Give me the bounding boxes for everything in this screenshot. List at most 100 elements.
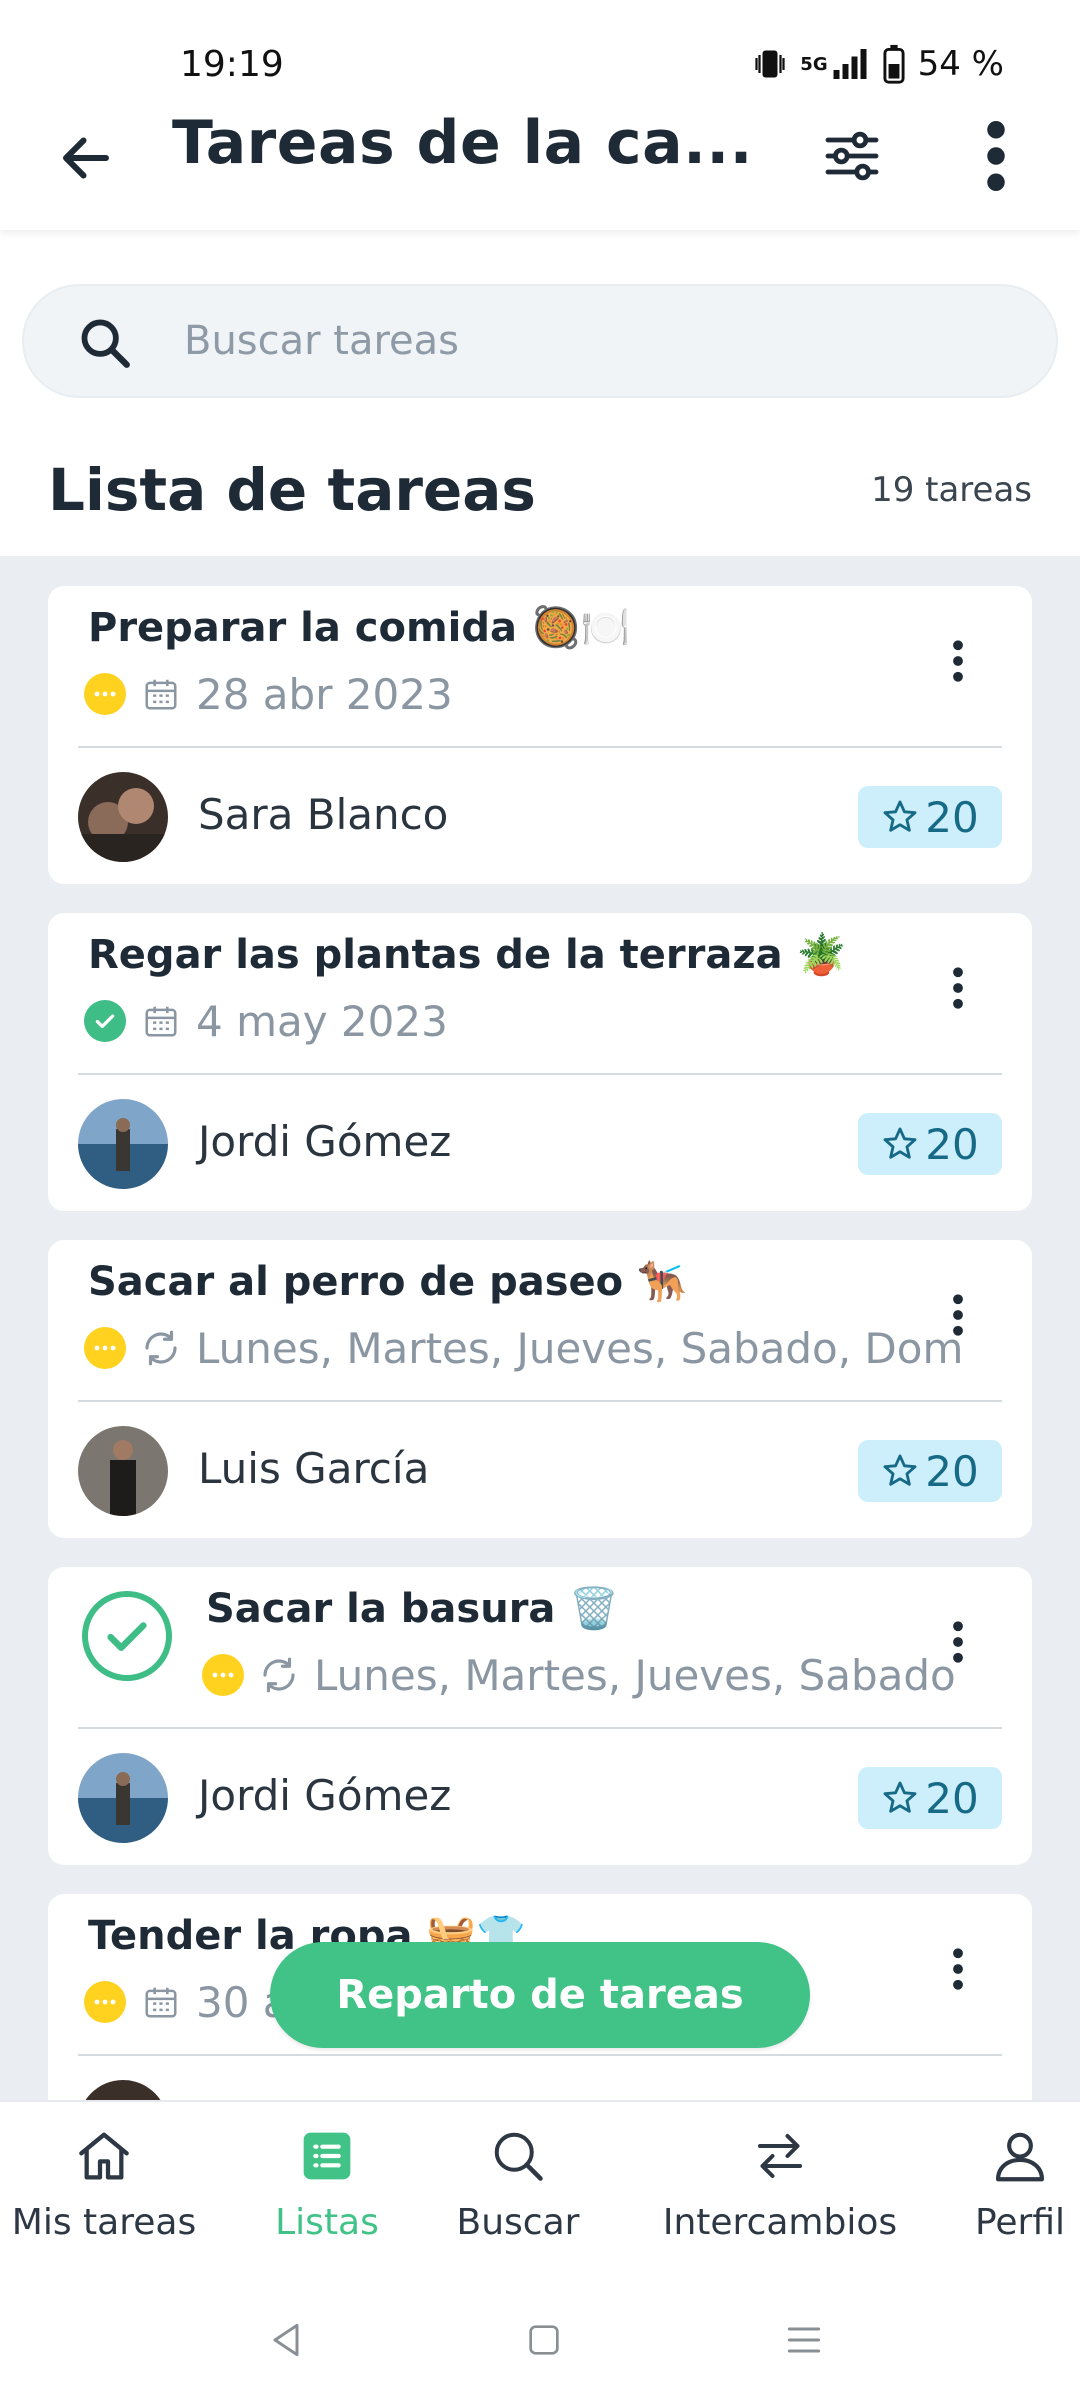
task-title: Sacar al perro de paseo 🐕‍🦺 xyxy=(88,1259,687,1305)
assignee-name: Luis García xyxy=(198,1444,430,1493)
bottom-navigation: Mis tareas Listas Buscar Intercambios Pe… xyxy=(0,2100,1080,2270)
square-home-icon xyxy=(529,2325,559,2355)
battery-icon xyxy=(882,44,906,84)
task-card[interactable]: Sacar al perro de paseo 🐕‍🦺 Lunes, Marte… xyxy=(48,1240,1032,1538)
search-icon xyxy=(81,319,130,368)
status-bar: 19:19 5G 54 % xyxy=(0,0,1080,110)
vibrate-icon xyxy=(752,46,788,82)
avatar xyxy=(78,1426,168,1516)
task-meta: 28 abr 2023 xyxy=(84,664,964,724)
nav-label: Perfil xyxy=(974,2202,1066,2243)
system-menu-button[interactable] xyxy=(774,2310,834,2370)
points-value: 20 xyxy=(925,792,979,842)
pending-status-icon xyxy=(84,673,126,715)
status-icons: 5G 54 % xyxy=(752,44,1004,84)
task-count: 19 tareas xyxy=(871,470,1032,510)
section-title: Lista de tareas xyxy=(48,456,536,524)
divider xyxy=(78,2054,1002,2056)
avatar xyxy=(78,2080,168,2100)
search-input[interactable] xyxy=(184,286,1004,396)
points-value: 20 xyxy=(925,1119,979,1169)
pending-status-icon xyxy=(84,1327,126,1369)
avatar xyxy=(78,772,168,862)
nav-item-my-tasks[interactable]: Mis tareas xyxy=(4,2122,204,2243)
divider xyxy=(78,1073,1002,1075)
nav-label: Intercambios xyxy=(662,2202,898,2243)
divider xyxy=(78,746,1002,748)
pending-status-icon xyxy=(84,1981,126,2023)
status-time: 19:19 xyxy=(180,44,284,85)
triangle-back-icon xyxy=(273,2323,299,2357)
task-meta: 4 may 2023 xyxy=(84,991,964,1051)
task-list[interactable]: Preparar la comida 🥘🍽️ 28 abr 2023 Sara … xyxy=(0,556,1080,2100)
task-card[interactable]: Sacar la basura 🗑️ Lunes, Martes, Jueves… xyxy=(48,1567,1032,1865)
task-recurrence: Lunes, Martes, Jueves, Sabado xyxy=(314,1650,956,1700)
assignee-name: Jordi Gómez xyxy=(198,1117,452,1166)
points-badge: 20 xyxy=(858,786,1002,848)
calendar-icon xyxy=(140,673,182,715)
menu-lines-icon xyxy=(787,2327,821,2353)
points-badge: 20 xyxy=(858,1113,1002,1175)
nav-item-exchanges[interactable]: Intercambios xyxy=(640,2122,920,2243)
star-icon xyxy=(883,1781,917,1813)
task-date: 28 abr 2023 xyxy=(196,669,453,719)
swap-icon xyxy=(746,2122,814,2190)
points-value: 20 xyxy=(925,1446,979,1496)
task-card[interactable]: Regar las plantas de la terraza 🪴 4 may … xyxy=(48,913,1032,1211)
task-emoji: 🗑️ xyxy=(569,1586,620,1632)
system-home-button[interactable] xyxy=(514,2310,574,2370)
search-bar[interactable] xyxy=(22,284,1058,398)
task-meta: Lunes, Martes, Jueves, Sabado, Domingo xyxy=(84,1318,964,1378)
divider xyxy=(78,1727,1002,1729)
assignee-name: Sara Blanco xyxy=(198,790,449,839)
signal-icon: 5G xyxy=(800,46,869,82)
system-navigation xyxy=(0,2270,1080,2400)
more-vertical-icon xyxy=(987,121,1005,191)
distribute-tasks-button[interactable]: Reparto de tareas xyxy=(270,1942,810,2048)
more-options-button[interactable] xyxy=(960,108,1032,204)
divider xyxy=(78,1400,1002,1402)
arrow-left-icon xyxy=(63,137,109,179)
list-icon xyxy=(293,2122,361,2190)
points-badge: 20 xyxy=(858,1767,1002,1829)
sliders-icon xyxy=(825,131,879,181)
nav-label: Mis tareas xyxy=(11,2202,197,2243)
task-emoji: 🐕‍🦺 xyxy=(637,1259,687,1305)
page-title: Tareas de la ca... xyxy=(172,108,753,178)
nav-item-search[interactable]: Buscar xyxy=(438,2122,598,2243)
task-title: Regar las plantas de la terraza 🪴 xyxy=(88,932,847,978)
home-icon xyxy=(70,2122,138,2190)
system-back-button[interactable] xyxy=(256,2310,316,2370)
task-date: 4 may 2023 xyxy=(196,996,448,1046)
calendar-icon xyxy=(140,1981,182,2023)
avatar xyxy=(78,1099,168,1189)
app-bar: Tareas de la ca... xyxy=(0,100,1080,230)
points-badge: 20 xyxy=(858,1440,1002,1502)
check-icon xyxy=(107,1622,147,1651)
task-meta: Lunes, Martes, Jueves, Sabado xyxy=(202,1645,962,1705)
task-title: Preparar la comida 🥘🍽️ xyxy=(88,605,631,651)
task-emoji: 🥘🍽️ xyxy=(530,605,631,651)
complete-task-checkbox[interactable] xyxy=(82,1591,172,1681)
network-type: 5G xyxy=(800,53,828,75)
filter-button[interactable] xyxy=(816,116,888,196)
points-value: 20 xyxy=(925,1773,979,1823)
task-recurrence: Lunes, Martes, Jueves, Sabado, Domingo xyxy=(196,1323,964,1373)
repeat-icon xyxy=(258,1654,300,1696)
nav-label: Buscar xyxy=(456,2202,580,2243)
calendar-icon xyxy=(140,1000,182,1042)
star-icon xyxy=(883,1454,917,1486)
nav-label: Listas xyxy=(275,2202,379,2243)
nav-item-lists[interactable]: Listas xyxy=(252,2122,402,2243)
search-icon xyxy=(484,2122,552,2190)
person-icon xyxy=(986,2122,1054,2190)
task-card[interactable]: Preparar la comida 🥘🍽️ 28 abr 2023 Sara … xyxy=(48,586,1032,884)
done-status-icon xyxy=(84,1000,126,1042)
avatar xyxy=(78,1753,168,1843)
pending-status-icon xyxy=(202,1654,244,1696)
repeat-icon xyxy=(140,1327,182,1369)
assignee-name: Jordi Gómez xyxy=(198,1771,452,1820)
back-button[interactable] xyxy=(48,120,124,196)
battery-level: 54 % xyxy=(917,44,1004,84)
nav-item-profile[interactable]: Perfil xyxy=(960,2122,1080,2243)
